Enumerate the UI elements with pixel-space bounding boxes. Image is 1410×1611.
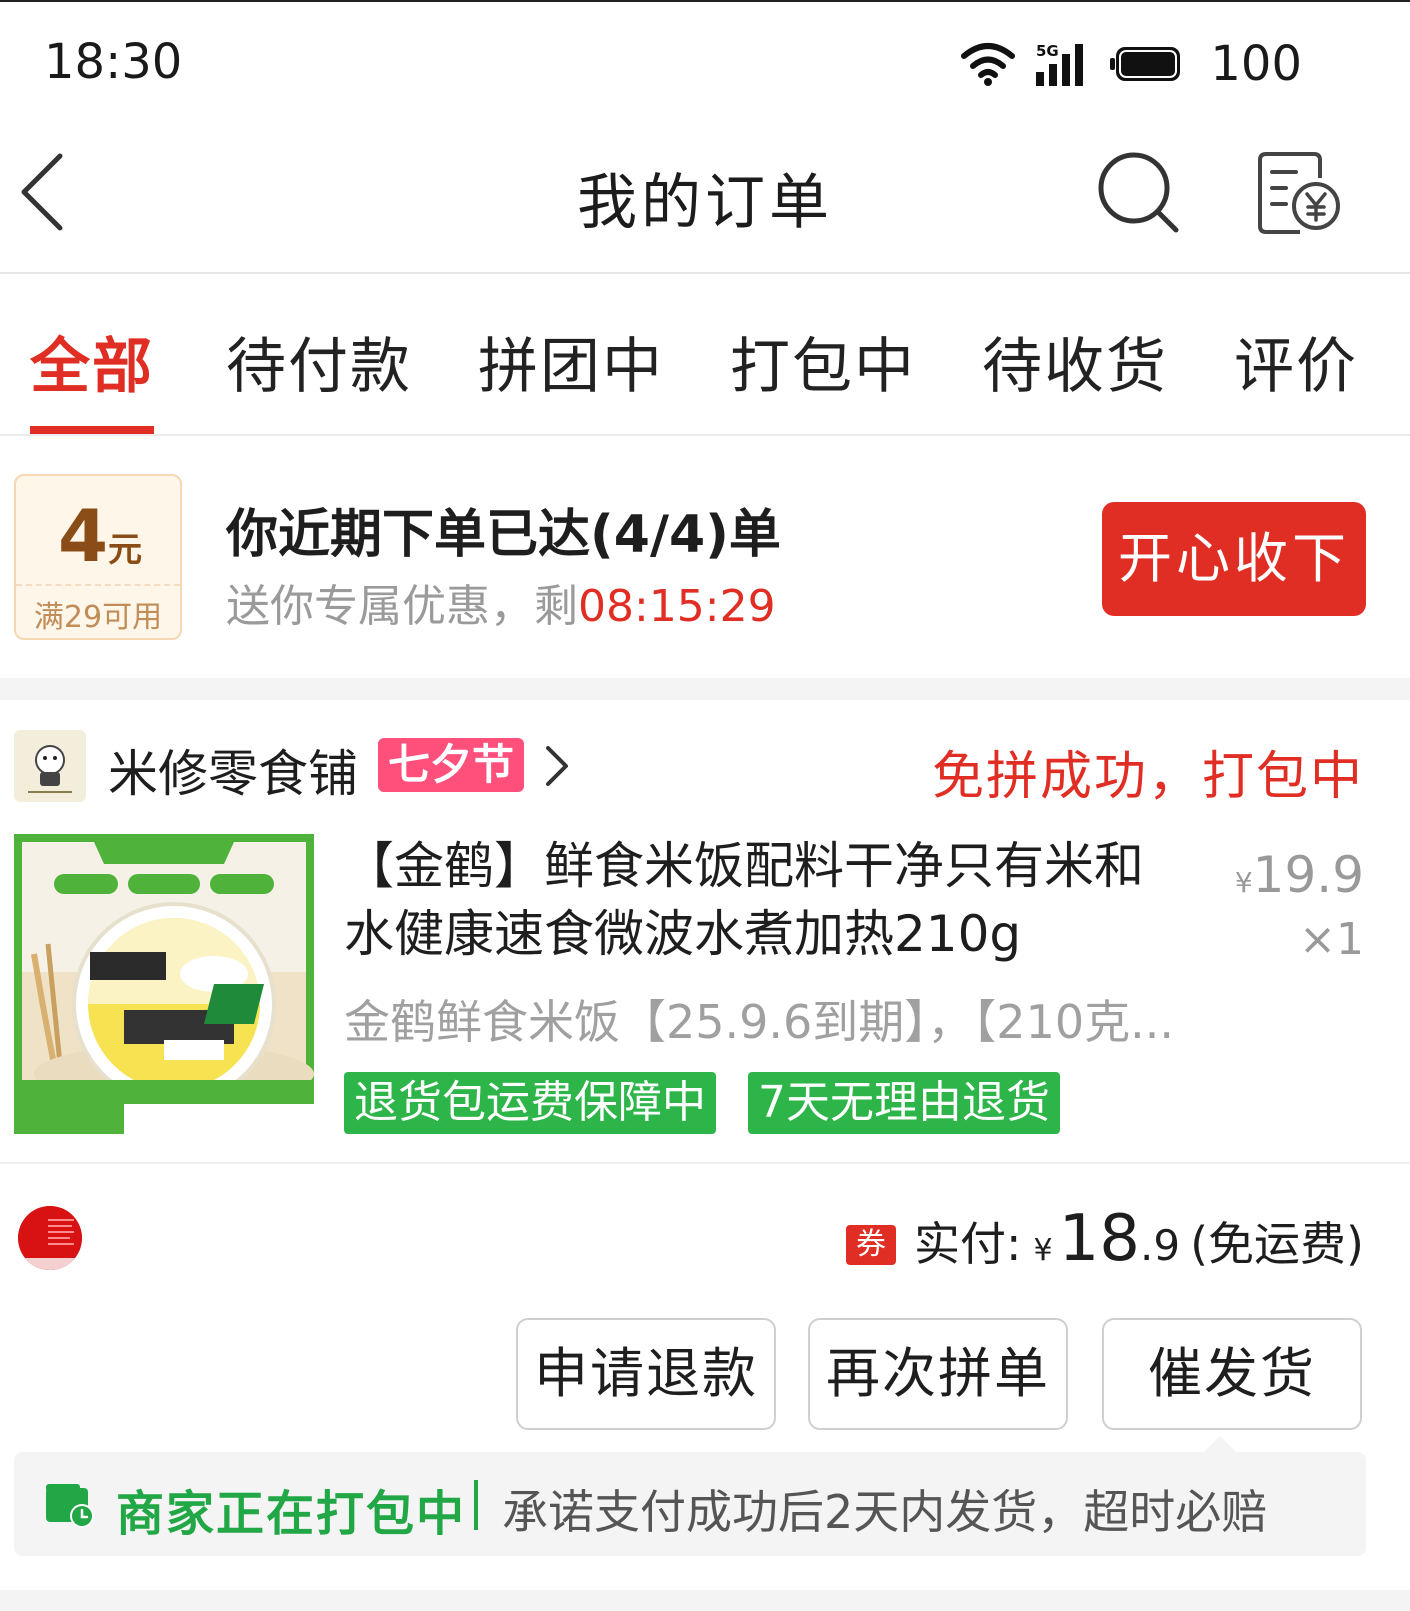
search-icon [1098, 152, 1179, 233]
accept-coupon-button[interactable]: 开心收下 [1102, 502, 1366, 616]
shipping-status-title: 商家正在打包中 [116, 1486, 467, 1542]
tab-pending-payment[interactable]: 待付款 [226, 318, 412, 405]
coupon-value: 4 [57, 494, 109, 578]
order-status: 免拼成功，打包中 [931, 747, 1364, 807]
return-shipping-badge: 退货包运费保障中 [344, 1072, 716, 1134]
product-spec: 金鹤鲜食米饭【25.9.6到期】，【210克... [344, 995, 1174, 1049]
tab-review[interactable]: 评价 [1234, 318, 1358, 405]
shop-name[interactable]: 米修零食铺 [108, 734, 358, 806]
payment-amount-int: 18 [1058, 1202, 1141, 1276]
seven-day-return-badge: 7天无理由退货 [748, 1072, 1060, 1134]
status-icons: 5G 100 [960, 36, 1302, 92]
promo-title: 你近期下单已达(4/4)单 [226, 505, 781, 565]
coupon-separator [16, 584, 180, 586]
payment-note: (免运费) [1190, 1217, 1364, 1271]
wifi-icon [961, 43, 1016, 86]
chevron-right-icon [546, 746, 568, 786]
tab-pending-receipt[interactable]: 待收货 [982, 318, 1168, 405]
product-title[interactable]: 【金鹤】鲜食米饭配料干净只有米和水健康速食微波水煮加热210g [344, 832, 1174, 968]
shipping-separator [474, 1480, 478, 1530]
page-title: 我的订单 [577, 168, 833, 238]
coupon-mark-icon: 券 [845, 1225, 896, 1265]
payment-summary: 券 实付: ¥ 18 .9 (免运费) [845, 1202, 1364, 1276]
order-card: 米修零食铺 七夕节 免拼成功，打包中 【金鹤】鲜食米饭配料干净只有米和水健康速食… [0, 700, 1410, 1590]
receipt-yen-icon [1258, 152, 1340, 234]
coupon-unit: 元 [108, 530, 143, 570]
battery-level: 100 [1210, 36, 1302, 92]
active-tab-indicator [30, 426, 154, 434]
payment-currency: ¥ [1033, 1233, 1053, 1268]
order-tabs: 全部 待付款 拼团中 打包中 待收货 评价 [0, 274, 1410, 434]
payment-label: 实付: [913, 1217, 1022, 1271]
signal-5g-icon: 5G [1036, 42, 1084, 86]
rice-product-image [14, 834, 314, 1134]
coupon-promo-banner: 4元 满29可用 你近期下单已达(4/4)单 送你专属优惠，剩08:15:29 … [0, 436, 1410, 678]
coupon-amount: 4元 [16, 494, 184, 578]
shop-link[interactable] [540, 742, 574, 790]
promo-subtitle: 送你专属优惠，剩08:15:29 [226, 570, 776, 634]
network-label: 5G [1036, 42, 1059, 60]
shipping-promise: 承诺支付成功后2天内发货，超时必赔 [502, 1485, 1268, 1539]
seller-avatar-image [18, 1206, 82, 1270]
urge-shipping-button[interactable]: 催发货 [1102, 1318, 1362, 1430]
promo-countdown: 08:15:29 [578, 581, 776, 632]
product-image[interactable] [14, 834, 314, 1134]
top-border [0, 0, 1410, 2]
battery-icon [1110, 47, 1181, 81]
tab-group-buying[interactable]: 拼团中 [478, 318, 664, 405]
tab-packing[interactable]: 打包中 [730, 318, 916, 405]
card-divider [0, 1162, 1410, 1164]
tab-all[interactable]: 全部 [30, 318, 154, 405]
search-button[interactable] [1096, 150, 1182, 236]
wallet-clock-icon [46, 1484, 94, 1528]
shop-logo[interactable] [14, 730, 86, 802]
product-price-currency: ¥ [1234, 866, 1253, 899]
product-quantity: ×1 [1299, 914, 1364, 965]
shop-logo-image [28, 745, 72, 793]
payment-amount-dec: .9 [1140, 1221, 1181, 1270]
shop-festival-tag: 七夕节 [378, 738, 525, 792]
product-price-value: 19.9 [1252, 846, 1364, 904]
coupon-condition: 满29可用 [33, 600, 163, 635]
status-time: 18:30 [44, 34, 183, 90]
request-refund-button[interactable]: 申请退款 [516, 1318, 776, 1430]
reorder-button[interactable]: 再次拼单 [808, 1318, 1068, 1430]
bill-button[interactable] [1256, 150, 1342, 236]
product-price: ¥19.9 [1235, 846, 1364, 904]
seller-avatar [18, 1206, 82, 1270]
coupon-card[interactable]: 4元 满29可用 [14, 474, 182, 640]
shipping-status-box: 商家正在打包中 承诺支付成功后2天内发货，超时必赔 [14, 1452, 1366, 1556]
promo-subtitle-text: 送你专属优惠，剩 [226, 581, 578, 632]
